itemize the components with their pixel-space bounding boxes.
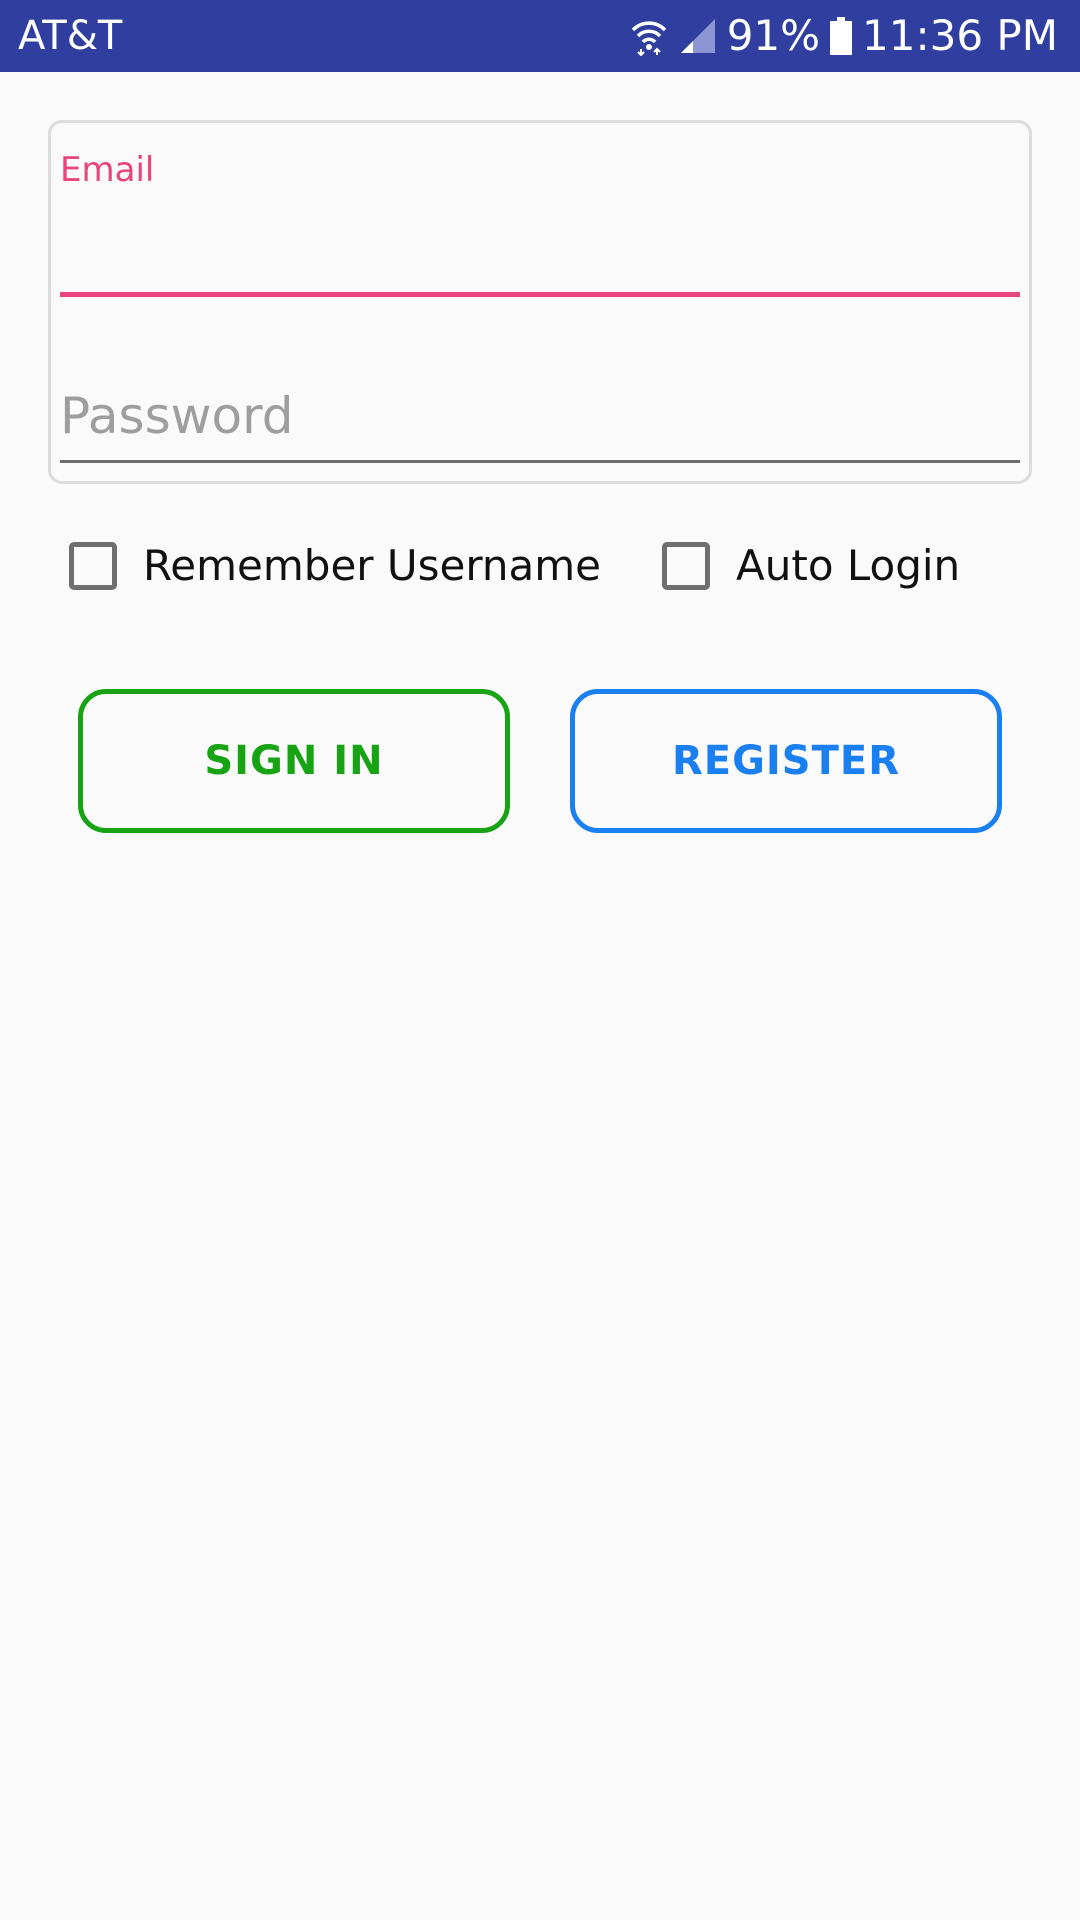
auto-login-option[interactable]: Auto Login xyxy=(662,538,960,594)
sign-in-button[interactable]: SIGN IN xyxy=(78,689,510,833)
wifi-icon xyxy=(629,16,669,56)
status-bar: AT&T 91% 11:36 PM xyxy=(0,0,1080,72)
password-underline xyxy=(60,460,1020,463)
remember-username-option[interactable]: Remember Username xyxy=(69,538,601,594)
email-underline xyxy=(60,292,1020,297)
password-field[interactable] xyxy=(60,380,1020,452)
email-label: Email xyxy=(60,150,155,190)
remember-username-checkbox[interactable] xyxy=(69,542,117,590)
email-field[interactable] xyxy=(60,200,1020,288)
remember-username-label: Remember Username xyxy=(143,541,602,590)
battery-percent: 91% xyxy=(726,11,821,60)
status-icons: 91% 11:36 PM xyxy=(629,12,1058,60)
auto-login-label: Auto Login xyxy=(736,541,961,590)
register-button[interactable]: REGISTER xyxy=(570,689,1002,833)
clock: 11:36 PM xyxy=(862,11,1058,60)
battery-icon xyxy=(830,17,853,55)
signal-icon xyxy=(679,17,717,55)
auto-login-checkbox[interactable] xyxy=(662,542,710,590)
carrier-name: AT&T xyxy=(18,13,123,59)
